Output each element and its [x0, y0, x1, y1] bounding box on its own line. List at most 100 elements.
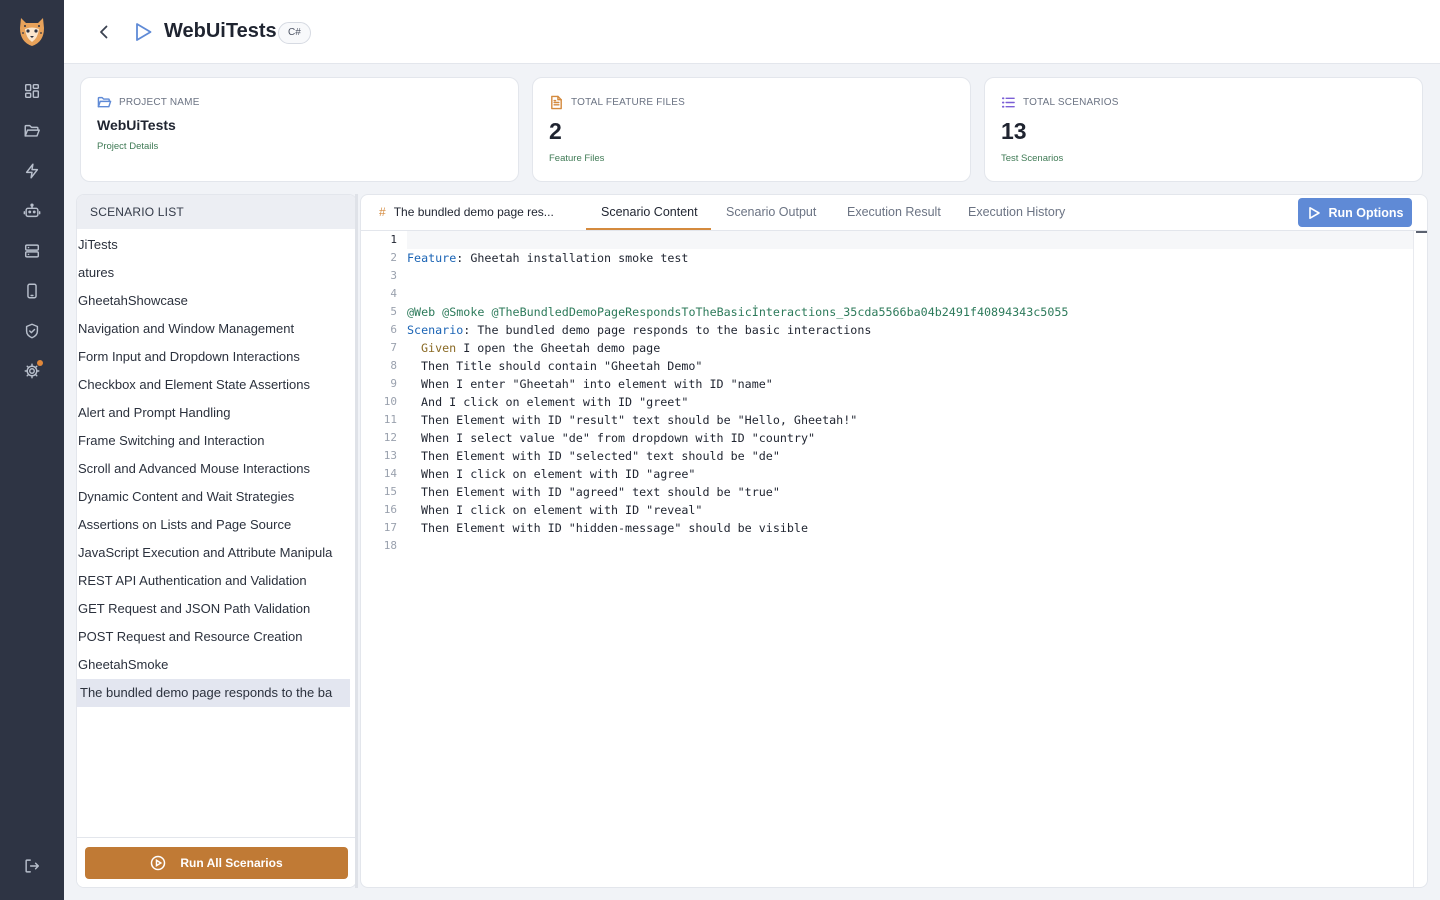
line-number: 18: [383, 539, 397, 552]
play-icon: [1308, 206, 1320, 219]
card-label: TOTAL FEATURE FILES: [571, 97, 686, 108]
tree-item-scenario[interactable]: GET Request and JSON Path Validation: [77, 595, 350, 623]
tab-scenario-content[interactable]: Scenario Content: [601, 205, 698, 219]
tree-item-scenario[interactable]: Alert and Prompt Handling: [77, 399, 350, 427]
tree-item-scenario[interactable]: Assertions on Lists and Page Source: [77, 511, 350, 539]
line-number: 3: [390, 269, 397, 282]
tree-item-feature[interactable]: GheetahSmoke: [77, 651, 350, 679]
scenario-list-footer: Run All Scenarios: [77, 837, 356, 887]
card-sublabel: Feature Files: [549, 153, 605, 164]
code-line-step: When I click on element with ID "reveal": [421, 503, 703, 517]
scenario-tags: @Web @Smoke @TheBundledDemoPageRespondsT…: [407, 305, 1041, 319]
code-line-feature: Feature: Gheetah installation smoke test: [407, 251, 688, 265]
code-line-step: Then Element with ID "selected" text sho…: [421, 449, 780, 463]
tree-item-scenario[interactable]: JavaScript Execution and Attribute Manip…: [77, 539, 350, 567]
server-icon[interactable]: [22, 241, 42, 261]
card-label: TOTAL SCENARIOS: [1023, 97, 1119, 108]
tree-item-features-folder[interactable]: atures: [77, 259, 350, 287]
run-all-scenarios-button[interactable]: Run All Scenarios: [85, 847, 348, 879]
scrollbar-cursor-mark: [1416, 231, 1427, 233]
top-bar: WebUiTests C#: [64, 0, 1440, 64]
logout-icon[interactable]: [22, 856, 42, 876]
line-number: 1: [390, 233, 397, 246]
tree-item-feature[interactable]: GheetahShowcase: [77, 287, 350, 315]
tree-item-scenario[interactable]: Navigation and Window Management: [77, 315, 350, 343]
page-title: WebUiTests: [164, 20, 277, 42]
play-icon: [132, 21, 154, 43]
code-line-step: Then Title should contain "Gheetah Demo": [421, 359, 703, 373]
lightning-icon[interactable]: [22, 161, 42, 181]
editor-scrollbar[interactable]: [1413, 231, 1427, 887]
feature-files-count: 2: [549, 118, 562, 144]
folder-icon[interactable]: [22, 121, 42, 141]
scenarios-count: 13: [1001, 118, 1027, 144]
code-line-step: Then Element with ID "hidden-message" sh…: [421, 521, 809, 535]
code-line-tags: @Web @Smoke @TheBundledDemoPageRespondsT…: [407, 305, 1068, 319]
scenario-keyword: Scenario: [407, 323, 464, 337]
notification-dot: [37, 360, 43, 366]
line-number: 13: [383, 449, 397, 462]
tree-item-scenario[interactable]: POST Request and Resource Creation: [77, 623, 350, 651]
folder-open-icon: [97, 95, 112, 110]
active-tab-indicator: [586, 228, 711, 230]
line-number: 10: [383, 395, 397, 408]
code-line-step: When I click on element with ID "agree": [421, 467, 696, 481]
play-circle-icon: [151, 855, 166, 871]
back-arrow-icon[interactable]: [94, 22, 114, 42]
gear-icon[interactable]: [22, 360, 43, 381]
file-tab-label: The bundled demo page res...: [393, 205, 554, 219]
tree-item-scenario[interactable]: Scroll and Advanced Mouse Interactions: [77, 455, 350, 483]
gheetah-logo-icon[interactable]: [16, 14, 48, 48]
step-text: I open the Gheetah demo page: [456, 341, 661, 355]
code-line-step: Then Element with ID "result" text shoul…: [421, 413, 858, 427]
line-number: 5: [390, 305, 397, 318]
tree-item-scenario-selected[interactable]: The bundled demo page responds to the ba: [77, 679, 350, 707]
line-number: 8: [390, 359, 397, 372]
project-name-card: PROJECT NAME WebUiTests Project Details: [80, 77, 519, 182]
tree-item-scenario[interactable]: Checkbox and Element State Assertions: [77, 371, 350, 399]
tree-item-project[interactable]: JiTests: [77, 231, 350, 259]
robot-icon[interactable]: [22, 201, 42, 221]
hash-icon: #: [379, 205, 386, 219]
line-number: 15: [383, 485, 397, 498]
scenario-tree: JiTests atures GheetahShowcase Navigatio…: [77, 231, 350, 707]
tab-execution-result[interactable]: Execution Result: [847, 205, 941, 219]
shield-icon[interactable]: [22, 321, 42, 341]
tab-scenario-output[interactable]: Scenario Output: [726, 205, 816, 219]
left-rail: [0, 0, 64, 900]
card-sublabel: Test Scenarios: [1001, 153, 1064, 164]
current-line-highlight: [407, 231, 1414, 249]
tree-item-scenario[interactable]: Dynamic Content and Wait Strategies: [77, 483, 350, 511]
tree-item-scenario[interactable]: Frame Switching and Interaction: [77, 427, 350, 455]
language-badge: C#: [278, 22, 311, 44]
line-number: 7: [390, 341, 397, 354]
line-number: 9: [390, 377, 397, 390]
file-tab[interactable]: # The bundled demo page res...: [379, 205, 554, 219]
line-number: 11: [383, 413, 397, 426]
line-number: 17: [383, 521, 397, 534]
code-line-step: Given I open the Gheetah demo page: [421, 341, 660, 355]
code-line-scenario: Scenario: The bundled demo page responds…: [407, 323, 871, 337]
run-options-button[interactable]: Run Options: [1298, 198, 1412, 227]
tree-item-scenario[interactable]: Form Input and Dropdown Interactions: [77, 343, 350, 371]
editor-tab-bar: # The bundled demo page res... Scenario C…: [361, 195, 1427, 231]
mobile-icon[interactable]: [22, 281, 42, 301]
code-line-step: Then Element with ID "agreed" text shoul…: [421, 485, 780, 499]
dashboard-icon[interactable]: [22, 81, 42, 101]
panel-resize-handle[interactable]: [355, 194, 358, 888]
scenarios-card: TOTAL SCENARIOS 13 Test Scenarios: [984, 77, 1423, 182]
code-line-step: And I click on element with ID "greet": [421, 395, 689, 409]
card-label: PROJECT NAME: [119, 97, 200, 108]
line-number: 14: [383, 467, 397, 480]
feature-keyword: Feature: [407, 251, 457, 265]
project-name-value: WebUiTests: [97, 117, 176, 133]
given-keyword: Given: [421, 341, 457, 355]
feature-title: : Gheetah installation smoke test: [456, 251, 689, 265]
tab-execution-history[interactable]: Execution History: [968, 205, 1065, 219]
tree-item-scenario[interactable]: REST API Authentication and Validation: [77, 567, 350, 595]
run-options-label: Run Options: [1328, 205, 1404, 220]
code-editor[interactable]: 1 2 3 4 5 6 7 8 9 10 11 12 13 14 15 16 1…: [361, 231, 1414, 887]
document-icon: [549, 95, 564, 110]
project-details-link[interactable]: Project Details: [97, 141, 158, 152]
scenario-editor-panel: # The bundled demo page res... Scenario C…: [360, 194, 1428, 888]
